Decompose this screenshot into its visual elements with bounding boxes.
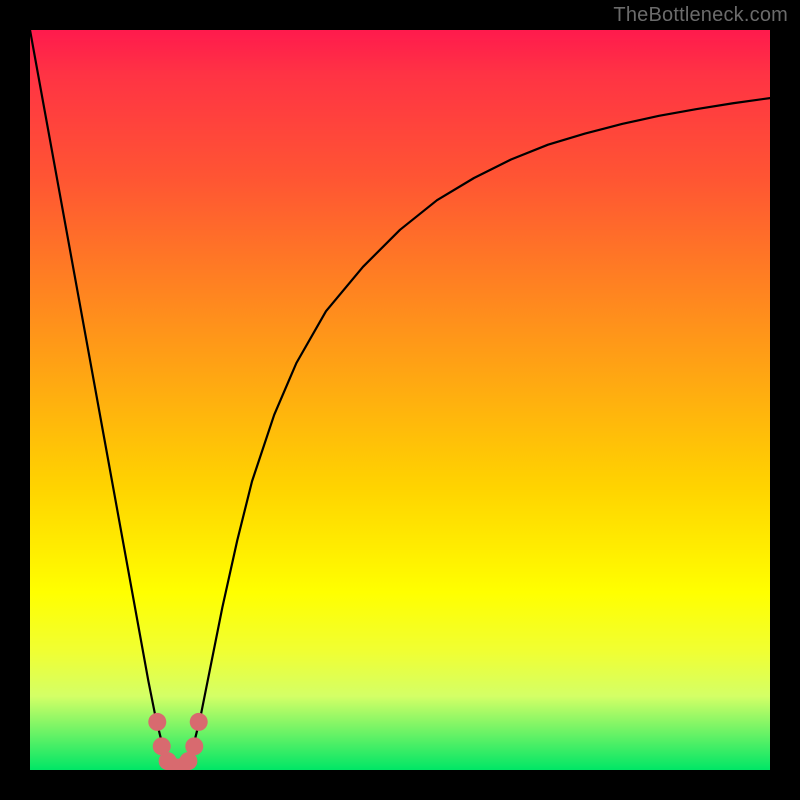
marker-dot [190, 713, 208, 731]
plot-area [30, 30, 770, 770]
chart-frame: TheBottleneck.com [0, 0, 800, 800]
bottleneck-curve [30, 30, 770, 770]
curve-svg [30, 30, 770, 770]
bottom-cluster-markers [148, 713, 207, 770]
marker-dot [185, 737, 203, 755]
watermark-text: TheBottleneck.com [613, 4, 788, 27]
marker-dot [148, 713, 166, 731]
